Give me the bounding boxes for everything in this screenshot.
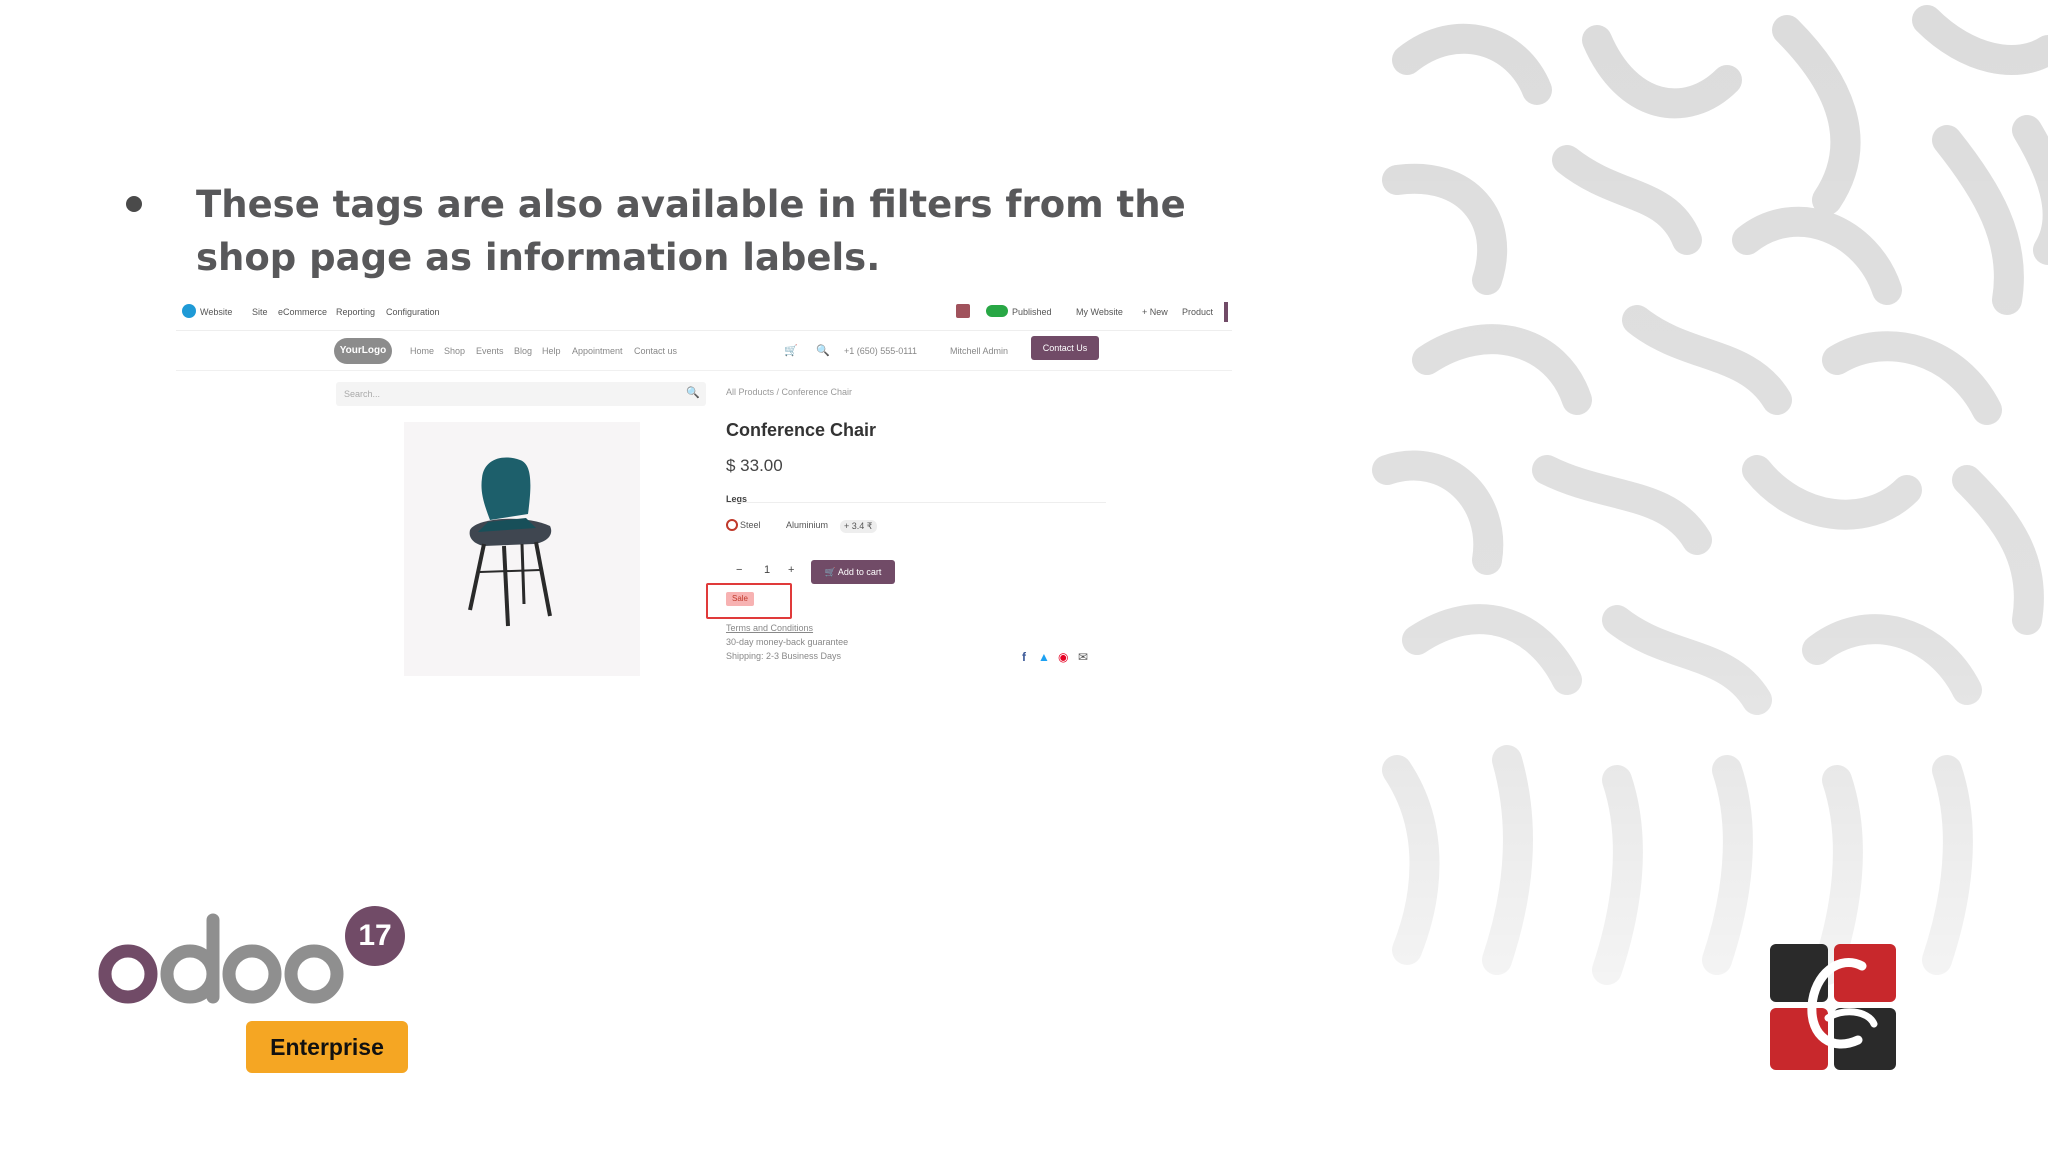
nav-help[interactable]: Help [542, 346, 561, 356]
version-badge: 17 [345, 906, 405, 966]
bullet-point [126, 196, 142, 212]
quantity-decrease-button[interactable]: − [736, 564, 742, 576]
product-tag-sale[interactable]: Sale [726, 592, 754, 606]
breadcrumb[interactable]: All Products / Conference Chair [726, 387, 852, 397]
terms-link[interactable]: Terms and Conditions [726, 623, 813, 633]
menu-reporting[interactable]: Reporting [336, 307, 375, 317]
option-aluminium[interactable]: Aluminium [786, 520, 828, 530]
product-button[interactable]: Product [1182, 307, 1213, 317]
nav-shop[interactable]: Shop [444, 346, 465, 356]
twitter-icon[interactable]: ▲ [1038, 650, 1050, 664]
facebook-icon[interactable]: f [1022, 650, 1026, 664]
product-page-screenshot: Website Site eCommerce Reporting Configu… [176, 294, 1232, 684]
odoo-logo [98, 913, 344, 1004]
search-placeholder: Search... [344, 389, 381, 399]
product-title: Conference Chair [726, 420, 877, 440]
guarantee-text: 30-day money-back guarantee [726, 637, 849, 647]
divider [726, 502, 1106, 503]
company-logo [1770, 944, 1896, 1070]
option-extra-price: + 3.4 ₹ [840, 520, 877, 533]
app-name[interactable]: Website [200, 307, 232, 317]
user-avatar[interactable] [956, 304, 970, 318]
user-menu[interactable]: Mitchell Admin [950, 346, 1008, 356]
website-app-icon[interactable] [182, 304, 196, 318]
site-logo[interactable]: YourLogo [334, 338, 392, 364]
nav-contact[interactable]: Contact us [634, 346, 677, 356]
email-icon[interactable]: ✉ [1078, 650, 1088, 664]
shipping-text: Shipping: 2-3 Business Days [726, 651, 842, 661]
option-steel[interactable]: Steel [740, 520, 761, 530]
new-button[interactable]: + New [1142, 307, 1168, 317]
published-toggle[interactable] [986, 305, 1008, 317]
nav-events[interactable]: Events [476, 346, 504, 356]
enterprise-badge: Enterprise [246, 1021, 408, 1073]
add-to-cart-button[interactable]: 🛒 Add to cart [811, 560, 895, 584]
slide-bullet-text: These tags are also available in filters… [196, 183, 1186, 279]
quantity-increase-button[interactable]: + [788, 564, 794, 576]
menu-ecommerce[interactable]: eCommerce [278, 307, 327, 317]
search-icon[interactable]: 🔍 [686, 386, 700, 399]
product-price: $ 33.00 [726, 456, 783, 475]
decorative-pattern [1367, 0, 2048, 1152]
contact-us-button[interactable]: Contact Us [1031, 336, 1099, 360]
nav-home[interactable]: Home [410, 346, 434, 356]
menu-configuration[interactable]: Configuration [386, 307, 440, 317]
product-search-input[interactable]: Search... 🔍 [336, 382, 706, 406]
nav-appointment[interactable]: Appointment [572, 346, 623, 356]
menu-site[interactable]: Site [252, 307, 268, 317]
product-image [404, 422, 640, 676]
edit-indicator[interactable] [1224, 302, 1228, 322]
steel-radio[interactable] [726, 519, 738, 531]
pinterest-icon[interactable]: ◉ [1058, 650, 1068, 664]
cart-icon[interactable]: 🛒 [784, 344, 798, 357]
published-label: Published [1012, 307, 1052, 317]
admin-topbar: Website Site eCommerce Reporting Configu… [176, 294, 1232, 331]
phone-number[interactable]: +1 (650) 555-0111 [844, 346, 917, 356]
website-switcher[interactable]: My Website [1076, 307, 1123, 317]
quantity-input[interactable]: 1 [764, 564, 770, 576]
search-icon[interactable]: 🔍 [816, 344, 830, 357]
add-to-cart-label: Add to cart [837, 567, 882, 577]
nav-blog[interactable]: Blog [514, 346, 532, 356]
